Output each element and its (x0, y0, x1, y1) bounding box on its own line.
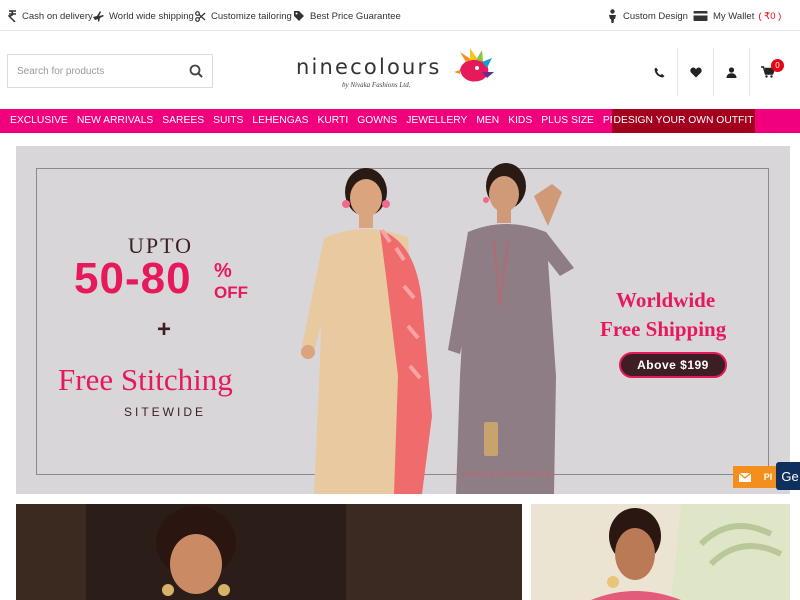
nav-item-kurti[interactable]: KURTI (313, 109, 353, 133)
cash-on-delivery-label: Cash on delivery (22, 10, 93, 22)
banner-discount: 50-80 (74, 254, 192, 303)
account-button[interactable] (714, 48, 750, 96)
best-price-guarantee: Best Price Guarantee (293, 8, 401, 24)
cart-count-badge: 0 (771, 59, 784, 72)
header-actions: 0 (642, 48, 786, 96)
nav-item-sarees[interactable]: SAREES (158, 109, 209, 133)
hero-banner[interactable]: UPTO 50-80 % OFF + Free Stitching SITEWI… (16, 146, 790, 494)
search-input[interactable] (8, 65, 178, 77)
rupee-icon (8, 10, 16, 22)
cash-on-delivery: Cash on delivery (8, 8, 93, 24)
bird-logo-icon (454, 48, 494, 82)
banner-worldwide: Worldwide (616, 288, 716, 312)
nav-item-men[interactable]: MEN (472, 109, 504, 133)
email-widget[interactable] (733, 466, 757, 488)
cart-button[interactable]: 0 (750, 48, 786, 96)
banner-percent: % (214, 260, 232, 282)
nav-item-gowns[interactable]: GOWNS (353, 109, 402, 133)
my-wallet-link[interactable]: My Wallet ( ₹0 ) (693, 8, 781, 24)
model-portrait-image-2 (531, 504, 790, 600)
brand-name: ninecolours (296, 55, 442, 79)
best-price-guarantee-label: Best Price Guarantee (310, 10, 401, 22)
banner-plus: + (157, 316, 172, 343)
nav-item-suits[interactable]: SUITS (209, 109, 248, 133)
my-wallet-label: My Wallet (713, 10, 755, 22)
nav-item-lehengas[interactable]: LEHENGAS (248, 109, 313, 133)
chat-widget[interactable]: Ge (776, 462, 800, 490)
airplane-icon (93, 11, 104, 22)
phone-button[interactable] (642, 48, 678, 96)
nav-item-new-arrivals[interactable]: NEW ARRIVALS (72, 109, 157, 133)
price-tag-icon (294, 11, 304, 21)
world-wide-shipping: World wide shipping (92, 8, 194, 24)
banner-off: OFF (214, 283, 248, 302)
site-logo[interactable]: ninecolours by Nivaka Fashions Ltd. (296, 46, 506, 96)
main-navigation: EXCLUSIVE NEW ARRIVALS SAREES SUITS LEHE… (0, 109, 800, 133)
banner-sitewide: SITEWIDE (124, 405, 207, 419)
nav-item-jewellery[interactable]: JEWELLERY (402, 109, 472, 133)
nav-item-plus-size[interactable]: PLUS SIZE (537, 109, 599, 133)
wallet-amount: ( ₹0 ) (758, 10, 782, 22)
wishlist-button[interactable] (678, 48, 714, 96)
world-wide-shipping-label: World wide shipping (109, 10, 194, 22)
customize-tailoring-label: Customize tailoring (211, 10, 292, 22)
custom-design-link[interactable]: Custom Design (607, 8, 688, 24)
brand-tagline: by Nivaka Fashions Ltd. (342, 81, 411, 89)
banner-free-stitching: Free Stitching (58, 362, 233, 397)
scissors-icon (195, 10, 206, 22)
search-icon[interactable] (189, 64, 203, 78)
custom-design-label: Custom Design (623, 10, 688, 22)
nav-item-design-your-own-outfit[interactable]: DESIGN YOUR OWN OUTFIT (612, 109, 755, 133)
top-utility-bar: Cash on delivery World wide shipping Cus… (0, 0, 800, 31)
phone-icon (654, 67, 665, 77)
banner-models-image (301, 163, 574, 494)
user-icon (726, 66, 737, 78)
search-box (7, 54, 213, 88)
nav-item-exclusive[interactable]: EXCLUSIVE (0, 109, 72, 133)
banner-free-shipping: Free Shipping (600, 317, 727, 341)
heart-icon (689, 67, 702, 77)
person-icon (609, 9, 616, 23)
wallet-icon (693, 11, 708, 21)
category-tile-right[interactable] (531, 504, 790, 600)
category-tile-left[interactable] (16, 504, 522, 600)
banner-above-199: Above $199 (619, 352, 727, 378)
nav-item-kids[interactable]: KIDS (504, 109, 537, 133)
envelope-icon (739, 472, 751, 482)
model-portrait-image (16, 504, 522, 600)
customize-tailoring: Customize tailoring (195, 8, 292, 24)
